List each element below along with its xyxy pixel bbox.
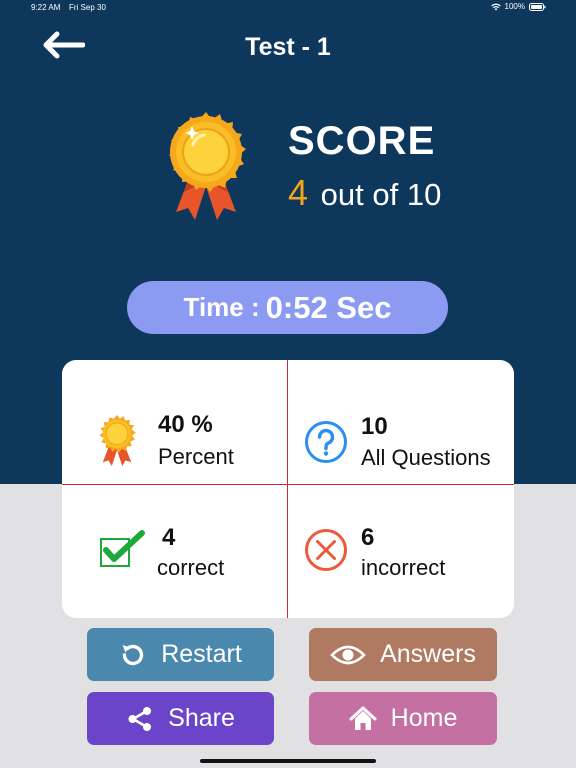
eye-icon: [330, 643, 366, 667]
stat-questions: 10 All Questions: [288, 360, 514, 484]
score-correct-count: 4: [288, 172, 309, 213]
share-icon: [126, 705, 154, 733]
home-label: Home: [390, 704, 458, 732]
stat-correct-label: correct: [157, 555, 225, 580]
stat-incorrect: 6 incorrect: [288, 485, 514, 618]
share-label: Share: [168, 704, 235, 732]
home-icon: [349, 705, 377, 733]
checkmark-icon: [100, 530, 146, 573]
status-indicators: 100%: [490, 2, 546, 11]
score-total: out of 10: [320, 177, 442, 212]
battery-percent: 100%: [504, 2, 525, 11]
restart-label: Restart: [161, 640, 242, 668]
stat-incorrect-value: 6: [361, 524, 375, 551]
refresh-icon: [119, 641, 147, 669]
time-label: Time :: [183, 292, 260, 322]
stat-questions-label: All Questions: [361, 445, 491, 470]
answers-button[interactable]: Answers: [309, 628, 497, 681]
stat-correct-value: 4: [162, 524, 176, 551]
stat-percent-value: 40 %: [158, 411, 213, 438]
answers-label: Answers: [380, 640, 476, 668]
battery-icon: [529, 2, 546, 11]
status-bar: 9:22 AM Fri Sep 30 100%: [0, 0, 576, 16]
stat-questions-value: 10: [361, 413, 388, 440]
x-circle-icon: [304, 528, 348, 577]
status-time: 9:22 AM: [31, 3, 61, 12]
medal-icon: [98, 415, 136, 472]
stat-percent-label: Percent: [158, 444, 234, 469]
home-indicator: [200, 759, 376, 763]
time-value: 0:52 Sec: [265, 289, 392, 325]
stat-incorrect-label: incorrect: [361, 555, 446, 580]
score-label: SCORE: [288, 119, 436, 163]
stat-percent: 40 % Percent: [62, 360, 287, 484]
wifi-icon: [490, 3, 501, 11]
share-button[interactable]: Share: [87, 692, 274, 745]
home-button[interactable]: Home: [309, 692, 497, 745]
score-line: 4 out of 10: [288, 172, 441, 214]
question-circle-icon: [304, 420, 348, 469]
page-title: Test - 1: [245, 33, 331, 61]
time-display: Time : 0:52 Sec: [127, 281, 448, 334]
stat-correct: 4 correct: [62, 485, 287, 618]
restart-button[interactable]: Restart: [87, 628, 274, 681]
status-date: Fri Sep 30: [69, 3, 106, 12]
medal-icon: [166, 112, 246, 222]
stats-card: 40 % Percent 10 All Questions 4 correct …: [62, 360, 514, 618]
